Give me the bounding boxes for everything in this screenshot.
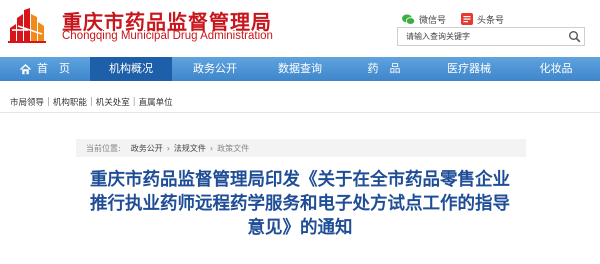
subnav-item-leaders[interactable]: 市局领导	[10, 96, 44, 108]
breadcrumb-item-gov-affairs[interactable]: 政务公开	[131, 143, 163, 154]
site-header: 重庆市药品监督管理局 Chongqing Municipal Drug Admi…	[0, 0, 600, 55]
search-icon[interactable]	[568, 30, 581, 43]
building-logo-icon[interactable]	[8, 6, 46, 44]
toutiao-link[interactable]: 头条号	[461, 12, 504, 26]
wechat-link[interactable]: 微信号	[402, 12, 446, 26]
search-box	[397, 27, 585, 46]
article-title-line: 推行执业药师远程药学服务和电子处方试点工作的指导	[90, 194, 510, 214]
sub-nav: 市局领导 | 机构职能 | 机关处室 | 直属单位	[10, 96, 173, 108]
subnav-item-functions[interactable]: 机构职能	[53, 96, 87, 108]
nav-home[interactable]: 首 页	[0, 57, 90, 81]
main-nav: 首 页 机构概况 政务公开 数据查询 药 品 医疗器械 化妆品	[0, 57, 600, 81]
site-title-english[interactable]: Chongqing Municipal Drug Administration	[62, 30, 273, 42]
nav-data-query[interactable]: 数据查询	[258, 57, 342, 81]
article-title: 重庆市药品监督管理局印发《关于在全市药品零售企业 推行执业药师远程药学服务和电子…	[72, 168, 528, 240]
breadcrumb-separator: ›	[166, 143, 170, 153]
subnav-item-departments[interactable]: 机关处室	[96, 96, 130, 108]
toutiao-icon	[461, 13, 473, 25]
nav-gov-affairs[interactable]: 政务公开	[172, 57, 258, 81]
home-icon	[20, 63, 31, 74]
breadcrumb-separator: ›	[209, 143, 214, 153]
breadcrumb-prefix: 当前位置:	[86, 143, 121, 153]
wechat-icon	[402, 14, 415, 25]
breadcrumb-item-policy[interactable]: 政策文件	[217, 143, 249, 154]
article-title-line: 意见》的通知	[247, 218, 353, 238]
nav-about[interactable]: 机构概况	[90, 57, 172, 81]
nav-home-label: 首 页	[37, 62, 70, 75]
toutiao-label: 头条号	[477, 15, 505, 26]
breadcrumb-item-regulations[interactable]: 法规文件	[174, 143, 206, 154]
subnav-divider: |	[89, 97, 93, 107]
nav-drugs[interactable]: 药 品	[342, 57, 426, 81]
subnav-divider: |	[132, 97, 136, 107]
nav-medical-devices[interactable]: 医疗器械	[426, 57, 512, 81]
divider	[0, 112, 600, 113]
nav-cosmetics[interactable]: 化妆品	[512, 57, 600, 81]
article-title-line: 重庆市药品监督管理局印发《关于在全市药品零售企业	[90, 170, 510, 190]
wechat-label: 微信号	[419, 15, 447, 26]
subnav-item-affiliates[interactable]: 直属单位	[139, 96, 173, 108]
search-input[interactable]	[406, 28, 556, 45]
breadcrumb: 当前位置: 政务公开 › 法规文件 › 政策文件	[76, 139, 526, 157]
subnav-divider: |	[47, 97, 50, 107]
